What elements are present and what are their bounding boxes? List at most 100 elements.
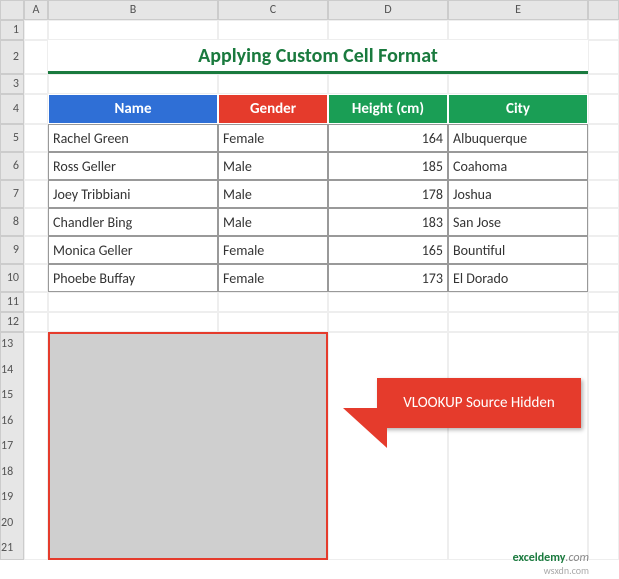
table-cell[interactable]: 164	[328, 124, 448, 152]
cell[interactable]	[24, 180, 48, 208]
select-all-corner[interactable]	[0, 0, 24, 20]
th-gender[interactable]: Gender	[218, 94, 328, 124]
th-height[interactable]: Height (cm)	[328, 94, 448, 124]
row-label: 21	[1, 541, 13, 555]
cell[interactable]	[24, 292, 48, 312]
col-A[interactable]: A	[24, 0, 48, 20]
cell[interactable]	[24, 208, 48, 236]
table-cell[interactable]: El Dorado	[448, 264, 588, 292]
th-city[interactable]: City	[448, 94, 588, 124]
cell[interactable]	[24, 264, 48, 292]
cell[interactable]	[588, 236, 619, 264]
cell[interactable]	[328, 74, 448, 94]
cell[interactable]	[448, 292, 588, 312]
row-12[interactable]: 12	[0, 312, 24, 332]
row-9[interactable]: 9	[0, 236, 24, 264]
table-cell[interactable]: Ross Geller	[48, 152, 218, 180]
watermark-brand: exceldemy	[513, 551, 566, 565]
cell[interactable]	[588, 152, 619, 180]
table-cell[interactable]: Male	[218, 208, 328, 236]
col-E[interactable]: E	[448, 0, 588, 20]
table-cell[interactable]: 185	[328, 152, 448, 180]
cell[interactable]	[328, 20, 448, 40]
cell[interactable]	[588, 292, 619, 312]
cell[interactable]	[24, 152, 48, 180]
cell[interactable]	[218, 312, 328, 332]
th-name[interactable]: Name	[48, 94, 218, 124]
cell[interactable]	[588, 180, 619, 208]
table-cell[interactable]: Female	[218, 264, 328, 292]
cell[interactable]	[24, 236, 48, 264]
cell[interactable]	[328, 292, 448, 312]
cell[interactable]	[218, 74, 328, 94]
row-label: 16	[1, 414, 13, 428]
col-B[interactable]: B	[48, 0, 218, 20]
table-cell[interactable]: Joey Tribbiani	[48, 180, 218, 208]
table-cell[interactable]: 173	[328, 264, 448, 292]
row-5[interactable]: 5	[0, 124, 24, 152]
table-cell[interactable]: Albuquerque	[448, 124, 588, 152]
cell[interactable]	[24, 124, 48, 152]
cell[interactable]	[24, 40, 48, 74]
table-cell[interactable]: Joshua	[448, 180, 588, 208]
row-3[interactable]: 3	[0, 74, 24, 94]
table-cell[interactable]: 183	[328, 208, 448, 236]
table-cell[interactable]: Bountiful	[448, 236, 588, 264]
cell[interactable]	[588, 332, 619, 560]
cell[interactable]	[218, 292, 328, 312]
spreadsheet: A B C D E 1 2 Applying Custom Cell Forma…	[0, 0, 619, 560]
row-2[interactable]: 2	[0, 40, 24, 74]
cell[interactable]	[448, 312, 588, 332]
page-title: Applying Custom Cell Format	[48, 40, 588, 74]
cell[interactable]	[588, 312, 619, 332]
cell[interactable]	[48, 312, 218, 332]
table-cell[interactable]: Male	[218, 180, 328, 208]
table-cell[interactable]: Coahoma	[448, 152, 588, 180]
cell[interactable]	[588, 74, 619, 94]
cell[interactable]	[328, 312, 448, 332]
row-13-21[interactable]: 13 14 15 16 17 18 19 20 21	[0, 332, 24, 560]
cell[interactable]	[24, 312, 48, 332]
cell[interactable]	[218, 20, 328, 40]
cell[interactable]	[24, 332, 48, 560]
cell[interactable]	[448, 332, 588, 560]
table-cell[interactable]: Chandler Bing	[48, 208, 218, 236]
row-4[interactable]: 4	[0, 94, 24, 124]
cell[interactable]	[448, 20, 588, 40]
row-11[interactable]: 11	[0, 292, 24, 312]
cell[interactable]	[588, 40, 619, 74]
cell[interactable]	[588, 208, 619, 236]
cell[interactable]	[48, 292, 218, 312]
cell[interactable]	[448, 74, 588, 94]
table-cell[interactable]: Monica Geller	[48, 236, 218, 264]
row-label: 15	[1, 388, 13, 402]
cell[interactable]	[24, 74, 48, 94]
table-cell[interactable]: Phoebe Buffay	[48, 264, 218, 292]
row-10[interactable]: 10	[0, 264, 24, 292]
col-C[interactable]: C	[218, 0, 328, 20]
cell[interactable]	[48, 20, 218, 40]
row-7[interactable]: 7	[0, 180, 24, 208]
row-1[interactable]: 1	[0, 20, 24, 40]
row-6[interactable]: 6	[0, 152, 24, 180]
table-cell[interactable]: Female	[218, 124, 328, 152]
cell[interactable]	[24, 20, 48, 40]
table-cell[interactable]: Male	[218, 152, 328, 180]
cell[interactable]	[588, 124, 619, 152]
cell[interactable]	[588, 94, 619, 124]
table-cell[interactable]: Female	[218, 236, 328, 264]
col-D[interactable]: D	[328, 0, 448, 20]
cell[interactable]	[588, 264, 619, 292]
table-cell[interactable]: San Jose	[448, 208, 588, 236]
row-8[interactable]: 8	[0, 208, 24, 236]
table-cell[interactable]: 165	[328, 236, 448, 264]
table-cell[interactable]: Rachel Green	[48, 124, 218, 152]
row-label: 13	[1, 337, 13, 351]
table-cell[interactable]: 178	[328, 180, 448, 208]
cell[interactable]	[588, 20, 619, 40]
cell[interactable]	[24, 94, 48, 124]
row-label: 20	[1, 516, 13, 530]
cell[interactable]	[48, 74, 218, 94]
hidden-source-range[interactable]	[48, 332, 328, 560]
col-spacer	[588, 0, 619, 20]
